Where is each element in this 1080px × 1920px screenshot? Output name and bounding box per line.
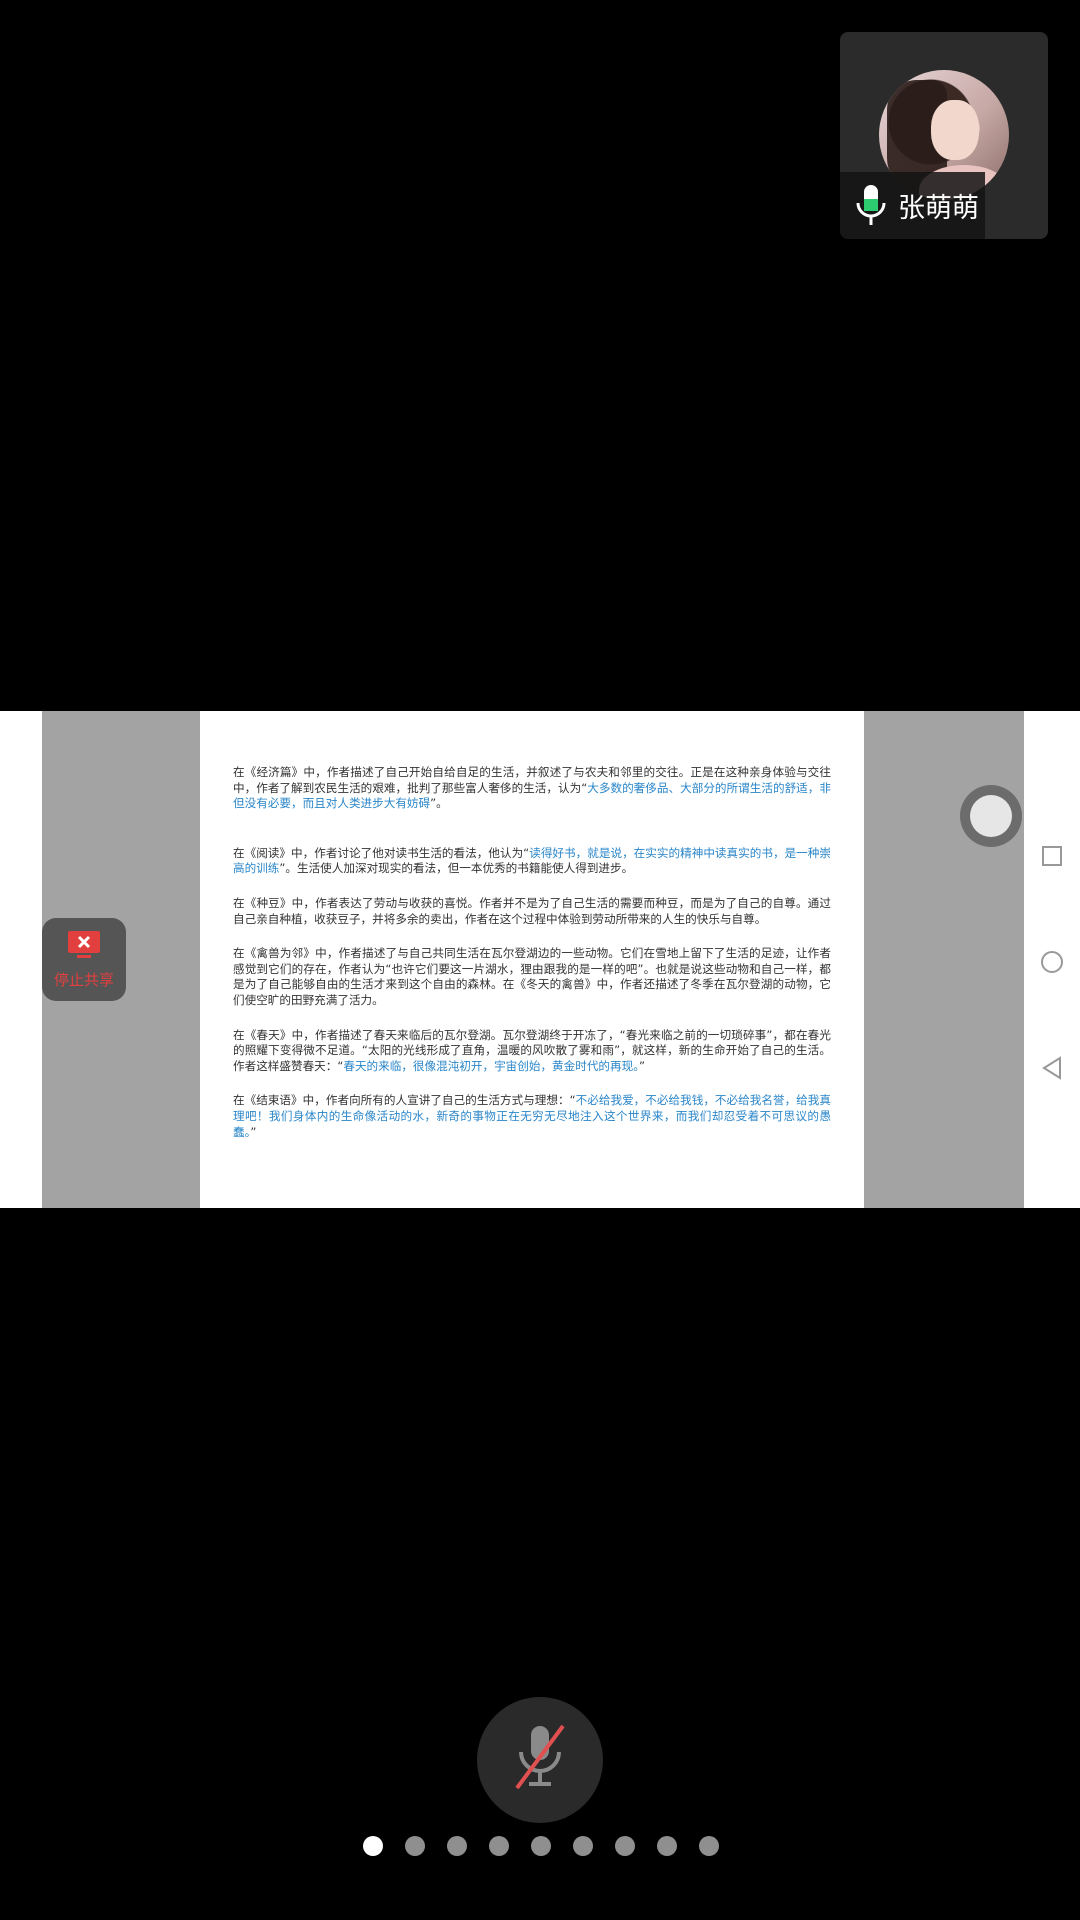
page-dot[interactable] bbox=[489, 1836, 509, 1856]
microphone-muted-icon bbox=[505, 1718, 575, 1802]
paragraph-text: 在《禽兽为邻》中，作者描述了与自己共同生活在瓦尔登湖边的一些动物。它们在雪地上留… bbox=[233, 946, 831, 1007]
square-recent-icon[interactable] bbox=[1039, 843, 1065, 869]
triangle-back-icon[interactable] bbox=[1039, 1055, 1065, 1081]
page-dot[interactable] bbox=[615, 1836, 635, 1856]
page-dot[interactable] bbox=[573, 1836, 593, 1856]
paragraph-text: 在《结束语》中，作者向所有的人宣讲了自己的生活方式与理想：“ bbox=[233, 1093, 576, 1108]
floating-assistive-ball[interactable] bbox=[960, 785, 1022, 847]
page-dot[interactable] bbox=[531, 1836, 551, 1856]
document-paragraph: 在《阅读》中，作者讨论了他对读书生活的看法，他认为“读得好书，就是说，在实实的精… bbox=[233, 846, 831, 877]
shared-screen: 在《经济篇》中，作者描述了自己开始自给自足的生活，并叙述了与农夫和邻里的交往。正… bbox=[0, 711, 1080, 1208]
stop-share-button[interactable]: 停止共享 bbox=[42, 918, 126, 1001]
shared-document: 在《经济篇》中，作者描述了自己开始自给自足的生活，并叙述了与农夫和邻里的交往。正… bbox=[200, 711, 864, 1208]
document-paragraph: 在《经济篇》中，作者描述了自己开始自给自足的生活，并叙述了与农夫和邻里的交往。正… bbox=[233, 765, 831, 812]
document-paragraph: 在《春天》中，作者描述了春天来临后的瓦尔登湖。瓦尔登湖终于开冻了，“春光来临之前… bbox=[233, 1028, 831, 1075]
paragraph-text: 在《种豆》中，作者表达了劳动与收获的喜悦。作者并不是为了自己生活的需要而种豆，而… bbox=[233, 895, 831, 926]
stop-share-label: 停止共享 bbox=[53, 970, 114, 989]
mute-microphone-button[interactable] bbox=[477, 1697, 603, 1823]
paragraph-text: 在《阅读》中，作者讨论了他对读书生活的看法，他认为“ bbox=[233, 845, 530, 860]
page-dot[interactable] bbox=[657, 1836, 677, 1856]
stop-share-screen-icon bbox=[65, 930, 103, 964]
document-paragraph: 在《种豆》中，作者表达了劳动与收获的喜悦。作者并不是为了自己生活的需要而种豆，而… bbox=[233, 896, 831, 927]
paragraph-text: ” bbox=[250, 1124, 257, 1139]
circle-home-icon[interactable] bbox=[1039, 949, 1065, 975]
paragraph-text: ”。生活使人加深对现实的看法，但一本优秀的书籍能使人得到进步。 bbox=[279, 861, 634, 876]
participant-video-tile[interactable]: 张萌萌 bbox=[840, 32, 1048, 239]
page-dot[interactable] bbox=[699, 1836, 719, 1856]
document-paragraph: 在《结束语》中，作者向所有的人宣讲了自己的生活方式与理想：“不必给我爱，不必给我… bbox=[233, 1093, 831, 1140]
paragraph-text: ” bbox=[639, 1058, 646, 1073]
microphone-icon bbox=[852, 183, 890, 229]
document-paragraph: 在《禽兽为邻》中，作者描述了与自己共同生活在瓦尔登湖边的一些动物。它们在雪地上留… bbox=[233, 946, 831, 1008]
page-dot[interactable] bbox=[363, 1836, 383, 1856]
page-dot[interactable] bbox=[447, 1836, 467, 1856]
paragraph-text: ”。 bbox=[430, 796, 448, 811]
page-indicator bbox=[0, 1834, 1080, 1858]
participant-name: 张萌萌 bbox=[898, 193, 979, 224]
highlighted-quote: 春天的来临，很像混沌初开，宇宙创始，黄金时代的再现。 bbox=[343, 1058, 639, 1073]
participant-name-bar: 张萌萌 bbox=[840, 172, 985, 239]
page-dot[interactable] bbox=[405, 1836, 425, 1856]
